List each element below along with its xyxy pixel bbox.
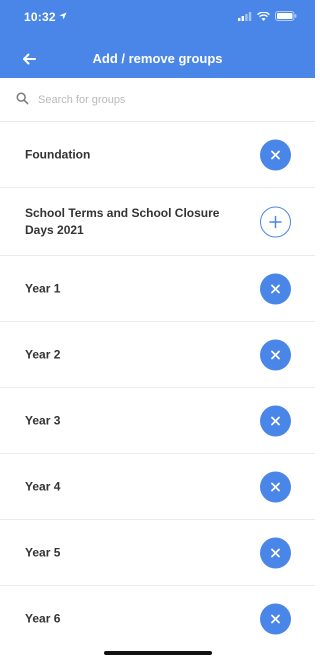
group-label: Year 1 (25, 281, 61, 295)
group-list: Foundation School Terms and School Closu… (0, 122, 315, 652)
close-icon (271, 284, 280, 293)
battery-icon (275, 11, 297, 21)
remove-group-button[interactable] (260, 537, 291, 568)
nav-bar: Add / remove groups (0, 40, 315, 78)
search-icon (16, 92, 29, 105)
remove-group-button[interactable] (260, 405, 291, 436)
signal-icon (238, 11, 252, 21)
wifi-icon (257, 11, 270, 21)
remove-group-button[interactable] (260, 471, 291, 502)
app-header: 10:32 Add / remove groups (0, 0, 315, 78)
group-label: Foundation (25, 147, 91, 161)
group-label: Year 3 (25, 413, 61, 427)
page-title: Add / remove groups (92, 51, 223, 66)
group-label: Year 5 (25, 545, 61, 559)
group-label: School Terms and School Closure Days 202… (25, 205, 220, 237)
group-label: Year 6 (25, 611, 61, 626)
add-group-button[interactable] (260, 206, 291, 237)
close-icon (271, 416, 280, 425)
group-row-school-terms: School Terms and School Closure Days 202… (0, 188, 315, 256)
plus-icon (269, 215, 282, 228)
group-row-year-3: Year 3 (0, 388, 315, 454)
remove-group-button[interactable] (260, 339, 291, 370)
group-row-year-6: Year 6 (0, 586, 315, 652)
search-input[interactable] (36, 88, 290, 112)
group-label: Year 2 (25, 347, 61, 361)
group-row-foundation: Foundation (0, 122, 315, 188)
status-time: 10:32 (24, 10, 56, 24)
remove-group-button[interactable] (260, 273, 291, 304)
group-row-year-5: Year 5 (0, 520, 315, 586)
home-indicator[interactable] (104, 651, 212, 655)
remove-group-button[interactable] (260, 603, 291, 635)
status-indicators (238, 11, 297, 21)
close-icon (271, 350, 280, 359)
group-row-year-1: Year 1 (0, 256, 315, 322)
group-row-year-2: Year 2 (0, 322, 315, 388)
group-label: Year 4 (25, 479, 61, 493)
close-icon (271, 614, 280, 624)
close-icon (271, 548, 280, 557)
close-icon (271, 150, 280, 159)
close-icon (271, 482, 280, 491)
location-arrow-icon (59, 12, 67, 20)
group-row-year-4: Year 4 (0, 454, 315, 520)
remove-group-button[interactable] (260, 139, 291, 170)
status-bar: 10:32 (0, 0, 315, 34)
search-bar (0, 78, 315, 122)
